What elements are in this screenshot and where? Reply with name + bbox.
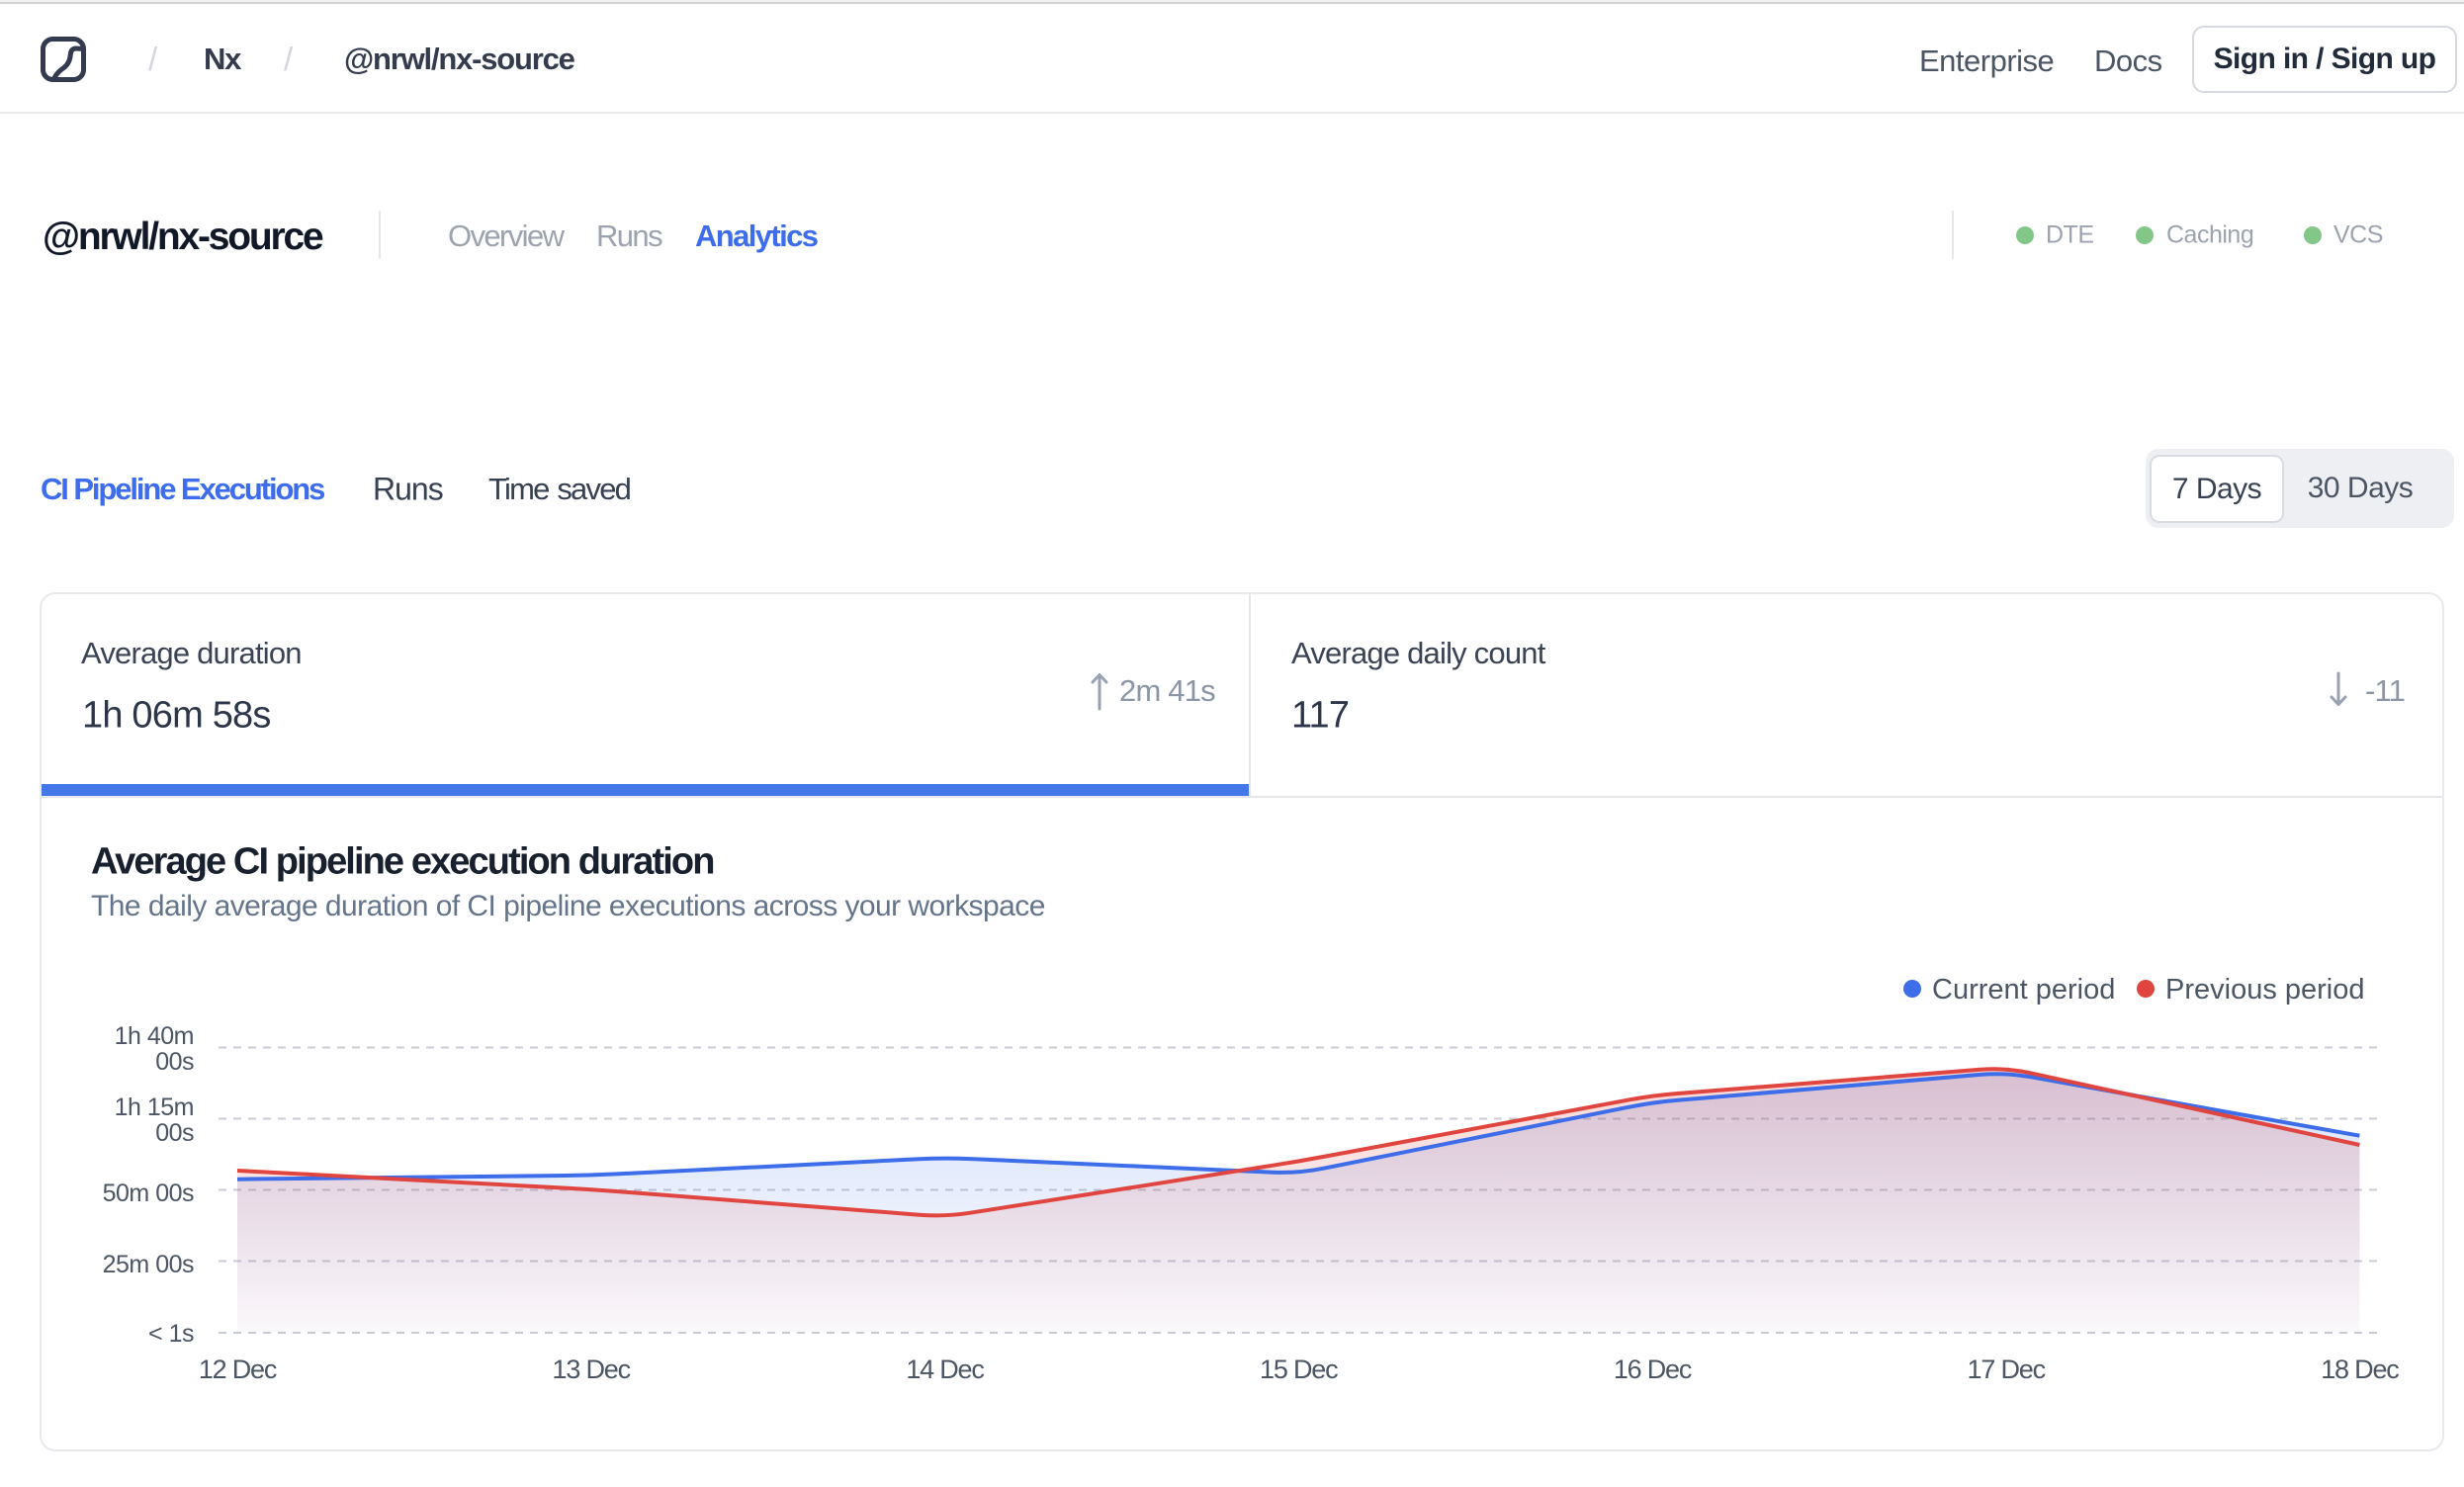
svg-text:17 Dec: 17 Dec	[1968, 1355, 2046, 1384]
svg-text:Previous period: Previous period	[2165, 974, 2365, 1006]
svg-text:12 Dec: 12 Dec	[199, 1355, 277, 1384]
svg-text:15 Dec: 15 Dec	[1260, 1355, 1338, 1384]
svg-text:13 Dec: 13 Dec	[553, 1355, 631, 1384]
svg-text:< 1s: < 1s	[148, 1320, 194, 1348]
svg-text:50m 00s: 50m 00s	[103, 1180, 194, 1207]
svg-text:00s: 00s	[155, 1119, 194, 1147]
svg-text:00s: 00s	[155, 1048, 194, 1076]
svg-text:14 Dec: 14 Dec	[906, 1355, 984, 1384]
svg-text:Current period: Current period	[1932, 974, 2115, 1006]
svg-text:18 Dec: 18 Dec	[2321, 1355, 2399, 1384]
svg-text:1h 15m: 1h 15m	[115, 1093, 194, 1121]
svg-text:25m 00s: 25m 00s	[103, 1251, 194, 1278]
svg-text:16 Dec: 16 Dec	[1614, 1355, 1692, 1384]
svg-text:1h 40m: 1h 40m	[115, 1022, 194, 1050]
